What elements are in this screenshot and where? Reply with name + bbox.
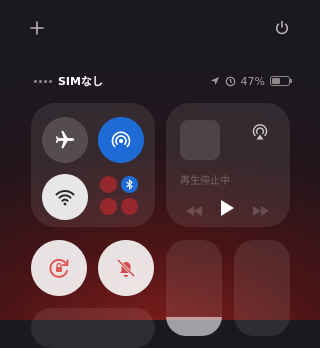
previous-track-button[interactable]: [184, 202, 204, 216]
battery-level: [272, 78, 280, 84]
status-bar: SIMなし 47%: [34, 73, 292, 89]
now-playing-status: 再生停止中: [180, 176, 230, 187]
rewind-icon: [186, 206, 202, 216]
album-artwork[interactable]: [180, 120, 220, 160]
airplane-icon: [55, 130, 75, 149]
fast-forward-icon: [253, 206, 269, 216]
bluetooth-toggle[interactable]: [121, 176, 138, 193]
bottom-tile[interactable]: [31, 308, 155, 348]
airplane-mode-toggle[interactable]: [42, 117, 88, 163]
add-control-button[interactable]: [30, 20, 44, 35]
volume-slider[interactable]: [234, 240, 290, 336]
wifi-icon: [55, 190, 75, 206]
hotspot-toggle[interactable]: [100, 198, 117, 215]
airplay-icon: [252, 124, 268, 140]
play-button[interactable]: [219, 199, 235, 217]
next-track-button[interactable]: [251, 202, 271, 216]
battery-icon: [270, 76, 292, 86]
airdrop-icon: [111, 131, 131, 148]
cellular-data-toggle[interactable]: [100, 176, 117, 193]
power-button[interactable]: [274, 20, 290, 36]
airdrop-toggle[interactable]: [98, 117, 144, 163]
signal-dots: [34, 79, 52, 83]
rotation-lock-icon: [49, 258, 69, 278]
power-icon: [276, 20, 288, 35]
wifi-toggle[interactable]: [42, 174, 88, 220]
play-icon: [221, 200, 234, 216]
airplay-button[interactable]: [250, 122, 270, 142]
vpn-toggle[interactable]: [121, 198, 138, 215]
plus-icon: [30, 21, 44, 35]
bluetooth-icon: [126, 179, 133, 190]
rotation-lock-toggle[interactable]: [31, 240, 87, 296]
status-right: 47%: [210, 74, 292, 88]
silent-mode-toggle[interactable]: [98, 240, 154, 296]
battery-percent: 47%: [240, 74, 265, 88]
alarm-icon: [225, 76, 235, 86]
location-icon: [210, 77, 219, 85]
carrier-label: SIMなし: [58, 75, 103, 88]
brightness-slider[interactable]: [166, 240, 222, 336]
bell-slash-icon: [116, 258, 136, 278]
